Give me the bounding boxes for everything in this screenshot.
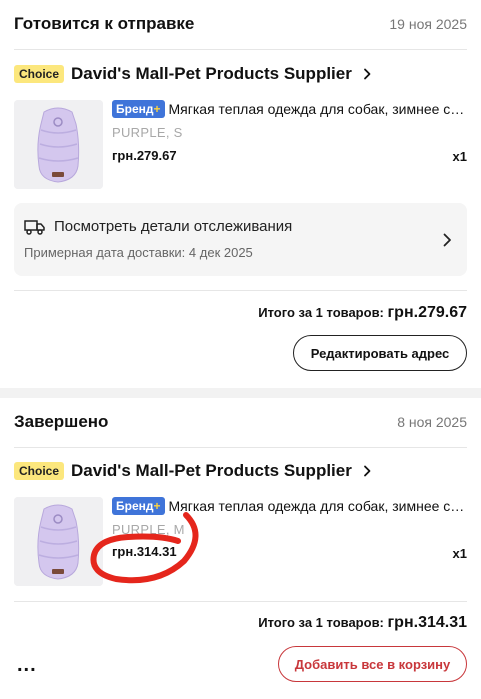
tracking-panel[interactable]: Посмотреть детали отслеживания Примерная… xyxy=(14,203,467,276)
product-image[interactable] xyxy=(14,497,103,586)
truck-icon xyxy=(24,220,45,235)
divider xyxy=(14,290,467,291)
order-status: Завершено xyxy=(14,412,109,431)
dog-coat-image xyxy=(14,497,103,586)
order-total: Итого за 1 товаров: грн.279.67 xyxy=(258,304,467,322)
total-amount: грн.279.67 xyxy=(387,304,467,321)
product-price: грн.279.67 xyxy=(112,148,177,163)
product-title: Мягкая теплая одежда для собак, зимнее с… xyxy=(168,498,467,514)
product-title: Мягкая теплая одежда для собак, зимнее с… xyxy=(168,101,467,117)
divider xyxy=(14,49,467,50)
order-date: 8 ноя 2025 xyxy=(397,414,467,430)
order-total: Итого за 1 товаров: грн.314.31 xyxy=(258,614,467,632)
store-name: David's Mall-Pet Products Supplier xyxy=(71,461,352,480)
more-icon[interactable]: ... xyxy=(17,654,37,677)
product-image[interactable] xyxy=(14,100,103,189)
product-title-row[interactable]: Бренд+ Мягкая теплая одежда для собак, з… xyxy=(112,100,467,118)
total-label: Итого за 1 товаров: xyxy=(258,615,384,630)
total-label: Итого за 1 товаров: xyxy=(258,305,384,320)
brand-badge: Бренд+ xyxy=(112,497,165,515)
store-name: David's Mall-Pet Products Supplier xyxy=(71,64,352,83)
total-amount: грн.314.31 xyxy=(387,614,467,631)
product-variant: PURPLE, S xyxy=(112,125,183,140)
chevron-right-icon xyxy=(363,465,371,477)
store-link[interactable]: Choice David's Mall-Pet Products Supplie… xyxy=(14,64,373,84)
choice-badge: Choice xyxy=(14,65,65,83)
chevron-right-icon xyxy=(443,233,451,247)
product-variant: PURPLE, M xyxy=(112,522,185,537)
order-header: Готовится к отправке 19 ноя 2025 xyxy=(14,14,467,34)
product-price: грн.314.31 xyxy=(112,544,177,559)
order-status: Готовится к отправке xyxy=(14,14,195,33)
dog-coat-image xyxy=(14,100,103,189)
order-date: 19 ноя 2025 xyxy=(389,16,467,32)
tracking-title: Посмотреть детали отслеживания xyxy=(54,218,293,235)
product-quantity: x1 xyxy=(452,149,467,164)
add-all-to-cart-button[interactable]: Добавить все в корзину xyxy=(278,646,467,682)
product-quantity: x1 xyxy=(452,546,467,561)
delivery-estimate: Примерная дата доставки: 4 дек 2025 xyxy=(24,245,253,260)
divider xyxy=(14,601,467,602)
order-header: Завершено 8 ноя 2025 xyxy=(14,412,467,432)
product-title-row[interactable]: Бренд+ Мягкая теплая одежда для собак, з… xyxy=(112,497,467,515)
brand-badge: Бренд+ xyxy=(112,100,165,118)
choice-badge: Choice xyxy=(14,462,65,480)
edit-address-button[interactable]: Редактировать адрес xyxy=(293,335,467,371)
order-card-1: Готовится к отправке 19 ноя 2025 Choice … xyxy=(0,0,481,388)
divider xyxy=(14,447,467,448)
store-link[interactable]: Choice David's Mall-Pet Products Supplie… xyxy=(14,461,373,481)
chevron-right-icon xyxy=(363,68,371,80)
